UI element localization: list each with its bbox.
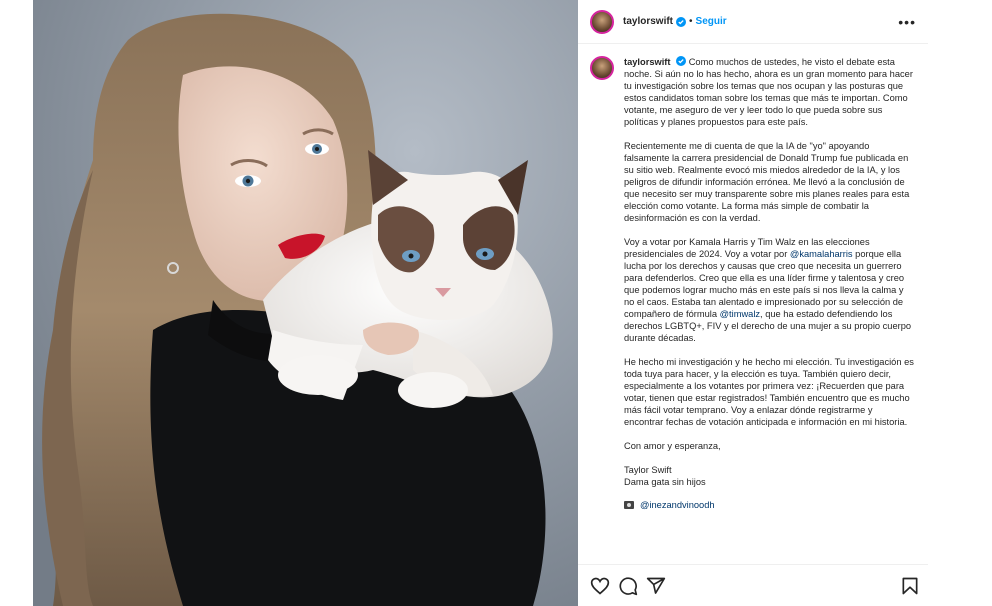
caption-paragraph-1-text: Como muchos de ustedes, he visto el deba…: [624, 57, 913, 127]
author-username[interactable]: taylorswift: [623, 16, 673, 27]
comment-button[interactable]: [618, 576, 638, 596]
mention-kamalaharris[interactable]: @kamalaharris: [790, 249, 853, 259]
photo-credit-mention[interactable]: @inezandvinoodh: [640, 499, 715, 511]
header-separator: •: [689, 16, 693, 27]
caption-paragraph-1: taylorswift Como muchos de ustedes, he v…: [624, 56, 914, 128]
caption-avatar[interactable]: [590, 56, 614, 80]
caption-username[interactable]: taylorswift: [624, 57, 671, 67]
caption-signature: Taylor Swift Dama gata sin hijos: [624, 464, 914, 488]
save-button[interactable]: [900, 576, 920, 596]
author-avatar[interactable]: [590, 9, 614, 34]
caption-area[interactable]: taylorswift Como muchos de ustedes, he v…: [578, 44, 928, 564]
camera-icon: [624, 501, 634, 509]
caption-row: taylorswift Como muchos de ustedes, he v…: [590, 56, 914, 511]
post-header: taylorswift • Seguir •••: [578, 0, 928, 44]
comment-icon: [619, 577, 638, 596]
follow-button[interactable]: Seguir: [696, 16, 727, 27]
share-button[interactable]: [646, 576, 666, 596]
like-button[interactable]: [590, 576, 610, 596]
share-icon: [646, 577, 666, 594]
save-bookmark-icon: [902, 577, 918, 595]
caption-closing: Con amor y esperanza,: [624, 441, 721, 451]
signature-title: Dama gata sin hijos: [624, 477, 706, 487]
caption-paragraph-2: Recientemente me di cuenta de que la IA …: [624, 141, 910, 223]
verified-badge-icon: [676, 56, 687, 66]
post-photo[interactable]: [33, 0, 578, 606]
post-side-panel: taylorswift • Seguir ••• taylorswift Com…: [578, 0, 928, 606]
verified-badge-icon: [676, 16, 687, 27]
post-photo-illustration: [33, 0, 578, 606]
signature-name: Taylor Swift: [624, 465, 672, 475]
mention-timwalz[interactable]: @timwalz: [720, 309, 760, 319]
like-heart-icon: [590, 577, 610, 595]
action-bar: [578, 564, 928, 606]
photo-credit-line: @inezandvinoodh: [624, 499, 914, 511]
more-options-button[interactable]: •••: [898, 14, 916, 30]
caption-paragraph-4: He hecho mi investigación y he hecho mi …: [624, 357, 914, 427]
caption-text: taylorswift Como muchos de ustedes, he v…: [624, 56, 914, 511]
caption-paragraph-3: Voy a votar por Kamala Harris y Tim Walz…: [624, 236, 914, 344]
